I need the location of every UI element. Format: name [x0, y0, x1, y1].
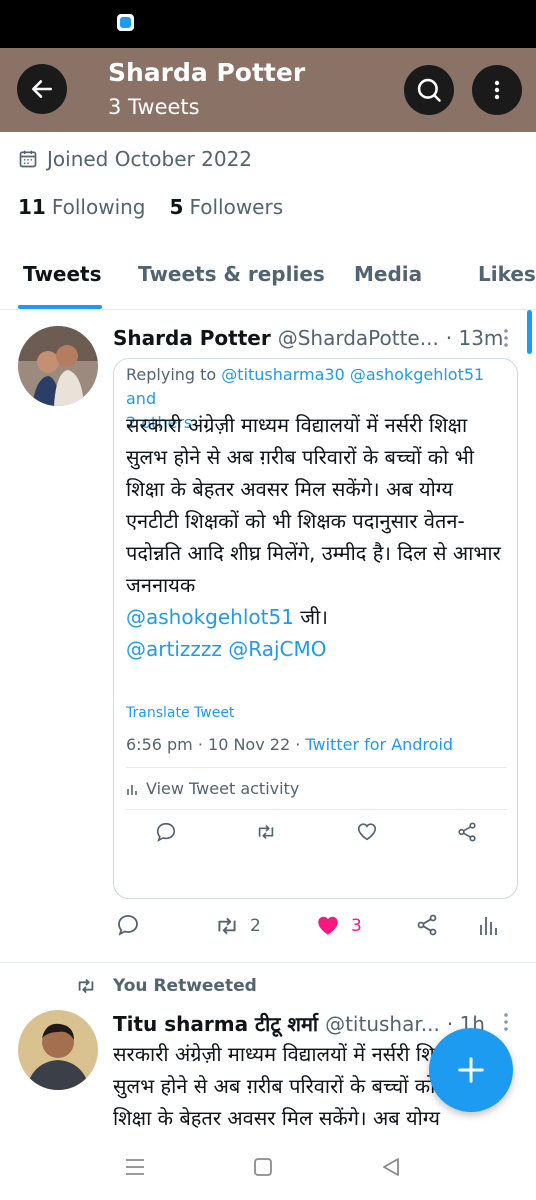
view-activity-link[interactable]: View Tweet activity [126, 779, 299, 798]
tweet-time: · 13m [445, 326, 504, 350]
compose-tweet-button[interactable] [429, 1028, 513, 1112]
like-count: 3 [351, 916, 362, 936]
tweet-more-icon[interactable] [499, 1011, 513, 1033]
tweet-card[interactable]: Replying to @titusharma30 @ashokgehlot51… [113, 358, 518, 899]
more-vertical-icon [494, 80, 500, 100]
system-nav-bar [0, 1136, 536, 1200]
tweet-datetime: 6:56 pm · 10 Nov 22 · [126, 735, 306, 754]
author-handle[interactable]: @ShardaPotte... [278, 326, 439, 350]
analytics-button[interactable] [478, 913, 498, 937]
divider [126, 809, 507, 810]
author-name[interactable]: Sharda Potter [113, 326, 271, 350]
view-activity-label: View Tweet activity [146, 779, 300, 798]
tab-likes[interactable]: Likes [478, 262, 536, 286]
scrollbar[interactable] [527, 310, 532, 354]
avatar[interactable] [18, 1010, 98, 1090]
translate-tweet-link[interactable]: Translate Tweet [126, 705, 234, 721]
search-button[interactable] [404, 65, 454, 115]
following-count: 11 [18, 195, 46, 219]
tweet-count: 3 Tweets [108, 95, 200, 119]
reply-user-link[interactable]: @titusharma30 [221, 365, 344, 384]
share-icon[interactable] [456, 821, 478, 843]
home-icon[interactable] [253, 1156, 273, 1178]
tweet-header: Titu sharma टीटू शर्मा @titushar... · 1h [113, 1010, 485, 1037]
tweet-more-icon[interactable] [499, 327, 513, 349]
mention-link[interactable]: @artizzzz [126, 637, 222, 661]
reply-button[interactable] [116, 913, 140, 937]
inner-action-bar [114, 821, 519, 851]
back-button[interactable] [17, 64, 67, 114]
tweet-header: Sharda Potter @ShardaPotte... · 13m [113, 326, 503, 350]
profile-tabs: Tweets Tweets & replies Media Likes [0, 252, 536, 310]
analytics-icon [480, 917, 497, 935]
retweet-label: You Retweeted [113, 976, 257, 996]
retweet-icon [78, 978, 94, 994]
followers-link[interactable]: 5 Followers [170, 195, 284, 219]
tweet-text: सरकारी अंग्रेज़ी माध्यम विद्यालयों में न… [126, 409, 511, 665]
reply-icon [118, 915, 138, 936]
mention-link[interactable]: @RajCMO [228, 637, 326, 661]
tab-tweets[interactable]: Tweets [23, 262, 102, 286]
like-icon[interactable] [356, 821, 378, 843]
menu-icon[interactable] [124, 1156, 146, 1178]
retweet-count: 2 [250, 916, 261, 936]
reply-prefix: Replying to [126, 365, 222, 384]
author-handle[interactable]: @titushar... [325, 1012, 440, 1036]
following-label: Following [51, 195, 146, 219]
followers-label: Followers [189, 195, 284, 219]
avatar-photo [18, 326, 98, 406]
active-tab-indicator [18, 305, 102, 309]
joined-text: Joined October 2022 [47, 147, 253, 171]
reply-user-link[interactable]: @ashokgehlot51 [350, 365, 484, 384]
joined-date: Joined October 2022 [18, 147, 252, 171]
divider [0, 962, 536, 963]
share-icon [417, 914, 437, 936]
divider [126, 767, 507, 768]
retweet-button[interactable]: 2 [214, 913, 261, 939]
calendar-icon [19, 150, 37, 168]
avatar[interactable] [18, 326, 98, 406]
status-bar [0, 0, 536, 48]
tab-tweets-replies[interactable]: Tweets & replies [138, 262, 325, 286]
arrow-left-icon [32, 80, 52, 98]
more-options-button[interactable] [472, 65, 522, 115]
avatar-photo [18, 1010, 98, 1090]
follow-stats: 11 Following 5 Followers [18, 195, 307, 219]
bar-chart-icon [127, 784, 137, 795]
tweet-source-link[interactable]: Twitter for Android [305, 735, 453, 754]
like-button[interactable]: 3 [315, 913, 362, 939]
search-icon [417, 78, 441, 102]
heart-filled-icon [318, 916, 338, 935]
retweet-context: You Retweeted [75, 975, 257, 997]
followers-count: 5 [169, 195, 184, 219]
plus-icon [458, 1057, 484, 1083]
mention-link[interactable]: @ashokgehlot51 [126, 605, 294, 629]
retweet-icon[interactable] [255, 821, 277, 843]
tweet-meta: 6:56 pm · 10 Nov 22 · Twitter for Androi… [126, 735, 453, 754]
following-link[interactable]: 11 Following [18, 195, 146, 219]
profile-header: Sharda Potter 3 Tweets [0, 48, 536, 132]
mention-suffix: जी। [293, 605, 328, 629]
reply-icon[interactable] [155, 821, 177, 843]
tab-media[interactable]: Media [354, 262, 422, 286]
app-notification-icon [117, 14, 134, 31]
tweet-action-bar: 2 3 [0, 913, 536, 949]
author-name[interactable]: Titu sharma टीटू शर्मा [113, 1012, 318, 1036]
back-triangle-icon[interactable] [381, 1156, 401, 1178]
page-title: Sharda Potter [108, 58, 306, 87]
tweet-body: सरकारी अंग्रेज़ी माध्यम विद्यालयों में न… [126, 413, 501, 597]
share-button[interactable] [415, 913, 439, 937]
reply-and: and [126, 389, 157, 408]
tweet-text: सरकारी अंग्रेज़ी माध्यम विद्यालयों में न… [113, 1042, 461, 1130]
retweet-icon [218, 917, 236, 935]
